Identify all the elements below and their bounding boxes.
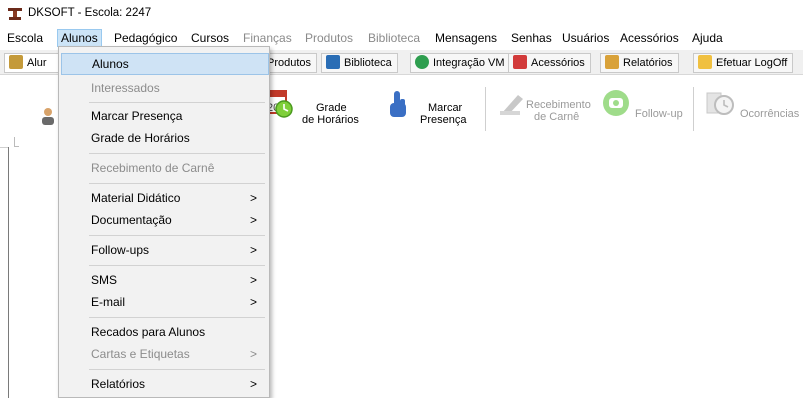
- menu-separator: [89, 317, 265, 318]
- menu-pedagogico[interactable]: Pedagógico: [111, 30, 180, 46]
- raised-hand-icon: [390, 91, 406, 117]
- key-icon: [698, 55, 712, 69]
- menu-separator: [89, 102, 265, 103]
- menu-produtos[interactable]: Produtos: [302, 30, 356, 46]
- student-icon: [42, 108, 54, 125]
- alarm-clock-icon: [706, 92, 734, 115]
- presenca-label-2: Presença: [420, 114, 467, 126]
- grade-label-2: de Horários: [302, 114, 359, 126]
- menu-separator: [89, 183, 265, 184]
- menu-acessorios[interactable]: Acessórios: [617, 30, 682, 46]
- tab-relatorios[interactable]: Relatórios: [600, 53, 679, 73]
- menu-item-sms[interactable]: SMS >: [61, 269, 267, 291]
- tab-acessorios[interactable]: Acessórios: [508, 53, 591, 73]
- menu-separator: [89, 265, 265, 266]
- tab-alunos[interactable]: Alur: [4, 53, 65, 73]
- tab-integracao-vm[interactable]: Integração VM: [410, 53, 511, 73]
- menu-item-email[interactable]: E-mail >: [61, 291, 267, 313]
- marcar-presenca-button[interactable]: Marcar Presença: [384, 87, 467, 131]
- tab-produtos[interactable]: Produtos: [262, 53, 318, 73]
- app-logo-icon: [8, 8, 22, 20]
- report-icon: [605, 55, 619, 69]
- menu-item-grade-de-horarios[interactable]: Grade de Horários: [61, 127, 267, 149]
- tab-efetuar-logoff[interactable]: Efetuar LogOff: [693, 53, 794, 73]
- menu-escola[interactable]: Escola: [4, 30, 46, 46]
- recebimento-label-2: de Carnê: [534, 111, 580, 123]
- grade-label-1: Grade: [316, 102, 347, 114]
- students-icon: [9, 55, 23, 69]
- menu-separator: [89, 369, 265, 370]
- follow-up-button[interactable]: Follow-up: [600, 87, 683, 131]
- tab-biblioteca[interactable]: Biblioteca: [321, 53, 398, 73]
- book-icon: [326, 55, 340, 69]
- toolbar-corner: [14, 137, 19, 147]
- window-title: DKSOFT - Escola: 2247: [28, 7, 152, 19]
- menu-cursos[interactable]: Cursos: [188, 30, 232, 46]
- ocorrencias-label: Ocorrências: [740, 108, 800, 120]
- menu-item-interessados[interactable]: Interessados: [61, 77, 267, 99]
- menu-item-recebimento-de-carne[interactable]: Recebimento de Carnê: [61, 157, 267, 179]
- menu-usuarios[interactable]: Usuários: [559, 30, 612, 46]
- toolbar-divider-2: [693, 87, 694, 131]
- menu-item-documentacao[interactable]: Documentação >: [61, 209, 267, 231]
- chevron-right-icon: >: [249, 377, 257, 391]
- menu-biblioteca[interactable]: Biblioteca: [365, 30, 423, 46]
- menu-mensagens[interactable]: Mensagens: [432, 30, 500, 46]
- grade-de-horarios-button[interactable]: 20 Grade de Horários: [262, 87, 359, 131]
- ocorrencias-button[interactable]: Ocorrências: [704, 87, 803, 131]
- chevron-right-icon: >: [249, 191, 257, 205]
- menu-item-alunos[interactable]: Alunos: [61, 53, 269, 75]
- menu-item-recados-para-alunos[interactable]: Recados para Alunos: [61, 321, 267, 343]
- chevron-right-icon: >: [249, 243, 257, 257]
- chevron-right-icon: >: [249, 295, 257, 309]
- menu-item-cartas-e-etiquetas[interactable]: Cartas e Etiquetas >: [61, 343, 267, 365]
- menu-item-material-didatico[interactable]: Material Didático >: [61, 187, 267, 209]
- menu-financas[interactable]: Finanças: [240, 30, 295, 46]
- presenca-label-1: Marcar: [428, 102, 463, 114]
- stamp-icon: [500, 95, 523, 115]
- menu-item-marcar-presenca[interactable]: Marcar Presença: [61, 105, 267, 127]
- menu-senhas[interactable]: Senhas: [508, 30, 555, 46]
- menu-separator: [89, 153, 265, 154]
- chevron-right-icon: >: [249, 273, 257, 287]
- menu-alunos[interactable]: Alunos: [57, 29, 102, 47]
- phone-icon: [603, 90, 629, 116]
- menu-separator: [89, 235, 265, 236]
- toolbar-divider: [485, 87, 486, 131]
- alunos-dropdown-menu: Alunos Interessados Marcar Presença Grad…: [58, 46, 270, 398]
- chevron-right-icon: >: [249, 213, 257, 227]
- recebimento-de-carne-button[interactable]: Recebimento de Carnê: [496, 87, 592, 131]
- chevron-right-icon: >: [249, 347, 257, 361]
- menu-ajuda[interactable]: Ajuda: [689, 30, 726, 46]
- tools-icon: [513, 55, 527, 69]
- globe-icon: [415, 55, 429, 69]
- menu-item-relatorios[interactable]: Relatórios >: [61, 373, 267, 395]
- recebimento-label-1: Recebimento: [526, 99, 591, 111]
- title-bar: DKSOFT - Escola: 2247: [0, 0, 803, 28]
- tab-produtos-label: Produtos: [267, 57, 312, 69]
- follow-up-label: Follow-up: [635, 108, 683, 120]
- menu-bar: Escola Alunos Pedagógico Cursos Finanças…: [0, 29, 803, 47]
- menu-item-follow-ups[interactable]: Follow-ups >: [61, 239, 267, 261]
